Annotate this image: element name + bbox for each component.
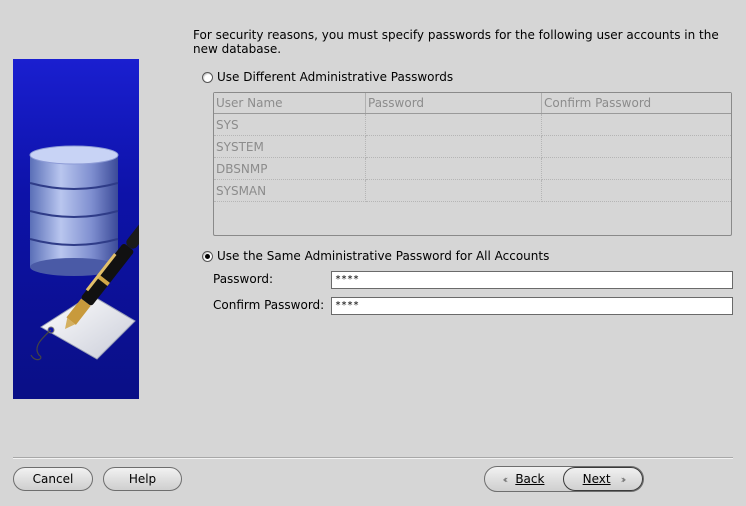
footer-separator bbox=[13, 457, 733, 459]
table-row: DBSNMP bbox=[214, 157, 731, 180]
radio-button-unselected[interactable] bbox=[202, 71, 213, 83]
column-header-user-name: User Name bbox=[214, 93, 366, 114]
cell-user-name: SYSTEM bbox=[214, 135, 366, 158]
password-input[interactable]: **** bbox=[331, 271, 733, 289]
confirm-password-label: Confirm Password: bbox=[213, 298, 325, 312]
intro-text: For security reasons, you must specify p… bbox=[193, 28, 719, 56]
cell-confirm-password[interactable] bbox=[541, 135, 731, 158]
next-button-label: Next bbox=[582, 472, 611, 486]
cell-password[interactable] bbox=[365, 157, 542, 180]
cell-password[interactable] bbox=[365, 179, 542, 202]
cell-user-name: DBSNMP bbox=[214, 157, 366, 180]
radio-different-passwords-label: Use Different Administrative Passwords bbox=[217, 70, 454, 84]
wizard-illustration bbox=[13, 59, 139, 399]
chevron-right-icon: ›› bbox=[620, 472, 627, 486]
cell-confirm-password[interactable] bbox=[541, 113, 731, 136]
table-row: SYS bbox=[214, 113, 731, 136]
next-button[interactable]: Next ›› bbox=[563, 467, 643, 491]
cell-confirm-password[interactable] bbox=[541, 179, 731, 202]
column-header-password: Password bbox=[365, 93, 542, 114]
cell-user-name: SYSMAN bbox=[214, 179, 366, 202]
help-button[interactable]: Help bbox=[103, 467, 182, 491]
confirm-password-input[interactable]: **** bbox=[331, 297, 733, 315]
column-header-confirm-password: Confirm Password bbox=[541, 93, 731, 114]
password-label: Password: bbox=[213, 272, 274, 286]
radio-same-password-label: Use the Same Administrative Password for… bbox=[217, 249, 550, 263]
accounts-table: User Name Password Confirm Password SYS … bbox=[213, 92, 732, 236]
radio-same-password[interactable]: Use the Same Administrative Password for… bbox=[202, 249, 549, 263]
radio-different-passwords[interactable]: Use Different Administrative Passwords bbox=[202, 70, 453, 84]
back-button-label: Back bbox=[515, 472, 545, 486]
database-pen-icon bbox=[29, 145, 139, 361]
chevron-left-icon: ‹‹ bbox=[502, 472, 509, 486]
navigation-button-group: ‹‹ Back Next ›› bbox=[484, 466, 644, 492]
table-header-row: User Name Password Confirm Password bbox=[214, 93, 731, 114]
back-button[interactable]: ‹‹ Back bbox=[485, 467, 562, 491]
table-row: SYSMAN bbox=[214, 179, 731, 202]
radio-button-selected[interactable] bbox=[202, 250, 213, 262]
cell-password[interactable] bbox=[365, 113, 542, 136]
cell-confirm-password[interactable] bbox=[541, 157, 731, 180]
table-row: SYSTEM bbox=[214, 135, 731, 158]
cell-user-name: SYS bbox=[214, 113, 366, 136]
cancel-button[interactable]: Cancel bbox=[13, 467, 93, 491]
cell-password[interactable] bbox=[365, 135, 542, 158]
radio-selected-dot bbox=[205, 253, 210, 259]
